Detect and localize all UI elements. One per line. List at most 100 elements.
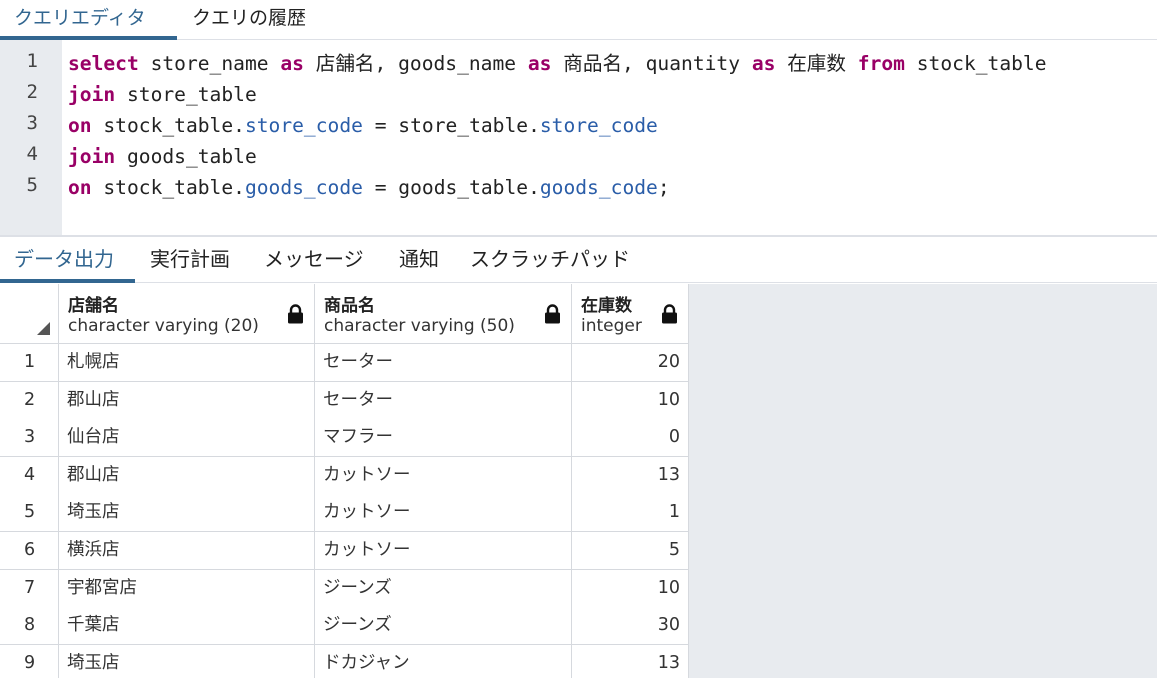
sql-keyword: select [68,52,139,75]
sql-keyword: from [857,52,905,75]
row-number-cell[interactable]: 4 [0,456,59,495]
tab-messages[interactable]: メッセージ [264,237,364,283]
table-row[interactable]: 1 札幌店 セーター 20 [0,344,689,382]
line-number: 2 [26,81,38,103]
quantity-cell[interactable]: 13 [572,644,689,678]
code-line[interactable]: on stock_table.goods_code = goods_table.… [68,172,670,203]
lock-icon [288,304,303,324]
column-name: 店舗名 [68,296,119,316]
line-number-gutter: 1 2 3 4 5 [0,40,62,236]
store-name-cell[interactable]: 札幌店 [59,344,315,382]
quantity-cell[interactable]: 5 [572,532,689,570]
store-name-cell[interactable]: 千葉店 [59,607,315,646]
column-type: character varying (20) [68,316,259,336]
table-row[interactable]: 2 郡山店 セーター 10 [0,381,689,420]
code-line[interactable]: join goods_table [68,141,257,172]
row-number-cell[interactable]: 8 [0,607,59,646]
store-name-cell[interactable]: 埼玉店 [59,644,315,678]
row-number-cell[interactable]: 3 [0,419,59,458]
line-number: 4 [26,143,38,165]
store-name-cell[interactable]: 郡山店 [59,381,315,420]
tab-query-history[interactable]: クエリの履歴 [192,0,306,40]
quantity-cell[interactable]: 10 [572,569,689,608]
sql-text: stock_table. [91,114,245,137]
sql-text: ; [657,176,670,199]
column-type: character varying (50) [324,316,515,336]
lock-icon [662,304,677,324]
active-tab-indicator [0,279,135,283]
goods-name-cell[interactable]: ジーンズ [315,569,572,608]
tab-explain[interactable]: 実行計画 [150,237,230,283]
table-row[interactable]: 8 千葉店 ジーンズ 30 [0,607,689,646]
tab-scratch-pad[interactable]: スクラッチパッド [470,237,630,283]
line-number: 1 [26,50,38,72]
sql-text: 商品名, quantity [551,52,752,75]
table-row[interactable]: 6 横浜店 カットソー 5 [0,532,689,570]
quantity-cell[interactable]: 1 [572,494,689,533]
code-line[interactable]: on stock_table.store_code = store_table.… [68,110,658,141]
code-area[interactable]: select store_name as 店舗名, goods_name as … [68,40,1157,236]
goods-name-cell[interactable]: セーター [315,344,572,382]
table-row[interactable]: 7 宇都宮店 ジーンズ 10 [0,569,689,608]
store-name-cell[interactable]: 仙台店 [59,419,315,458]
sql-text: stock_table [904,52,1047,75]
goods-name-cell[interactable]: ドカジャン [315,644,572,678]
quantity-cell[interactable]: 30 [572,607,689,646]
goods-name-cell[interactable]: カットソー [315,494,572,533]
lock-icon [545,304,560,324]
sql-keyword: as [527,52,552,75]
goods-name-cell[interactable]: ジーンズ [315,607,572,646]
quantity-cell[interactable]: 10 [572,381,689,420]
table-row[interactable]: 3 仙台店 マフラー 0 [0,419,689,458]
sql-identifier: goods_code [539,176,658,199]
row-number-cell[interactable]: 5 [0,494,59,533]
code-line[interactable]: select store_name as 店舗名, goods_name as … [68,48,1047,79]
code-line[interactable]: join store_table [68,79,257,110]
sql-text: = store_table. [362,114,540,137]
table-row[interactable]: 4 郡山店 カットソー 13 [0,456,689,495]
store-name-cell[interactable]: 横浜店 [59,532,315,570]
sql-text: 在庫数 [775,52,858,75]
table-row[interactable]: 9 埼玉店 ドカジャン 13 [0,644,689,678]
sql-editor[interactable]: 1 2 3 4 5 select store_name as 店舗名, good… [0,40,1157,236]
store-name-cell[interactable]: 郡山店 [59,456,315,495]
column-type: integer [581,316,642,336]
store-name-cell[interactable]: 宇都宮店 [59,569,315,608]
select-all-corner[interactable] [0,284,59,344]
column-header-goods-name[interactable]: 商品名 character varying (50) [315,284,572,344]
tab-query-editor[interactable]: クエリエディタ [14,0,146,40]
sql-text: 店舗名, goods_name [303,52,528,75]
column-name: 在庫数 [581,296,632,316]
sql-text: store_table [115,83,257,106]
select-all-icon [37,322,50,335]
quantity-cell[interactable]: 20 [572,344,689,382]
sql-keyword: as [280,52,304,75]
line-number: 5 [26,174,38,196]
quantity-cell[interactable]: 0 [572,419,689,458]
row-number-cell[interactable]: 1 [0,344,59,382]
sql-identifier: goods_code [244,176,363,199]
column-name: 商品名 [324,296,375,316]
row-number-cell[interactable]: 9 [0,644,59,678]
column-header-store-name[interactable]: 店舗名 character varying (20) [59,284,315,344]
row-number-cell[interactable]: 6 [0,532,59,570]
sql-keyword: join [68,83,116,106]
column-header-quantity[interactable]: 在庫数 integer [572,284,689,344]
sql-text: = goods_table. [362,176,540,199]
goods-name-cell[interactable]: カットソー [315,456,572,495]
sql-keyword: join [68,145,116,168]
goods-name-cell[interactable]: カットソー [315,532,572,570]
row-number-cell[interactable]: 2 [0,381,59,420]
store-name-cell[interactable]: 埼玉店 [59,494,315,533]
goods-name-cell[interactable]: マフラー [315,419,572,458]
tab-data-output[interactable]: データ出力 [14,237,114,283]
sql-text: stock_table. [91,176,245,199]
table-row[interactable]: 5 埼玉店 カットソー 1 [0,494,689,533]
sql-keyword: on [68,114,92,137]
quantity-cell[interactable]: 13 [572,456,689,495]
tab-notifications[interactable]: 通知 [399,237,439,283]
sql-keyword: on [68,176,92,199]
goods-name-cell[interactable]: セーター [315,381,572,420]
line-number: 3 [26,112,38,134]
row-number-cell[interactable]: 7 [0,569,59,608]
